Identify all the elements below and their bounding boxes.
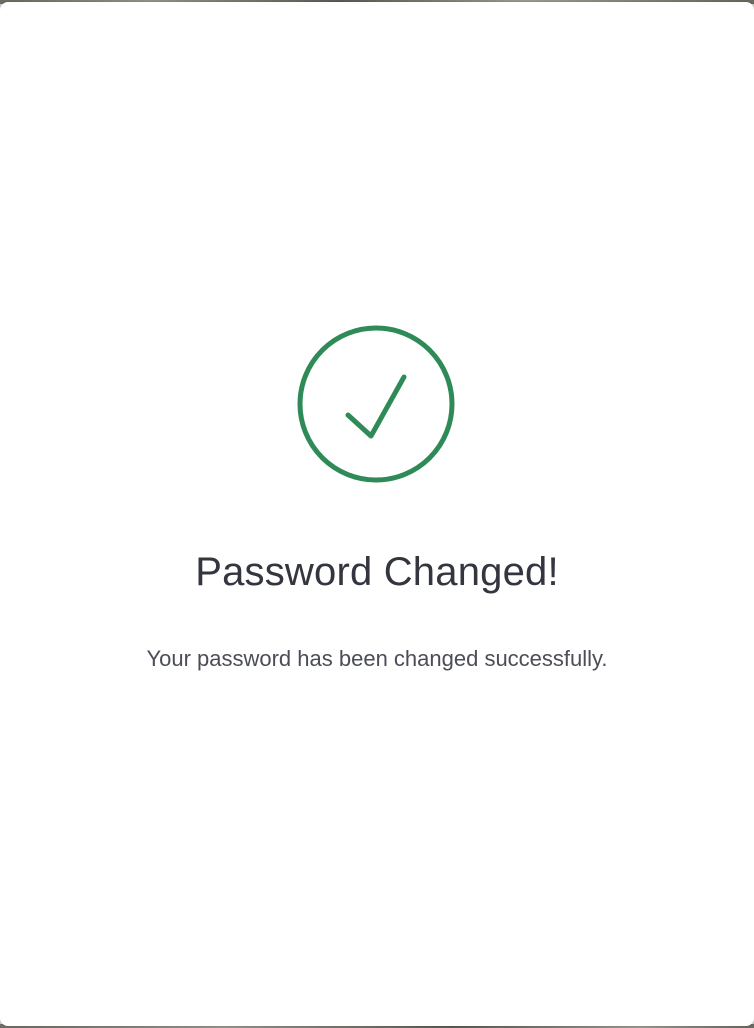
password-changed-dialog: Password Changed! Your password has been… <box>0 2 754 1026</box>
check-circle-icon <box>296 324 456 484</box>
checkmark <box>345 374 407 439</box>
dialog-message: Your password has been changed successfu… <box>146 646 608 671</box>
dialog-title: Password Changed! <box>195 550 559 594</box>
check-circle-ring <box>297 325 455 483</box>
